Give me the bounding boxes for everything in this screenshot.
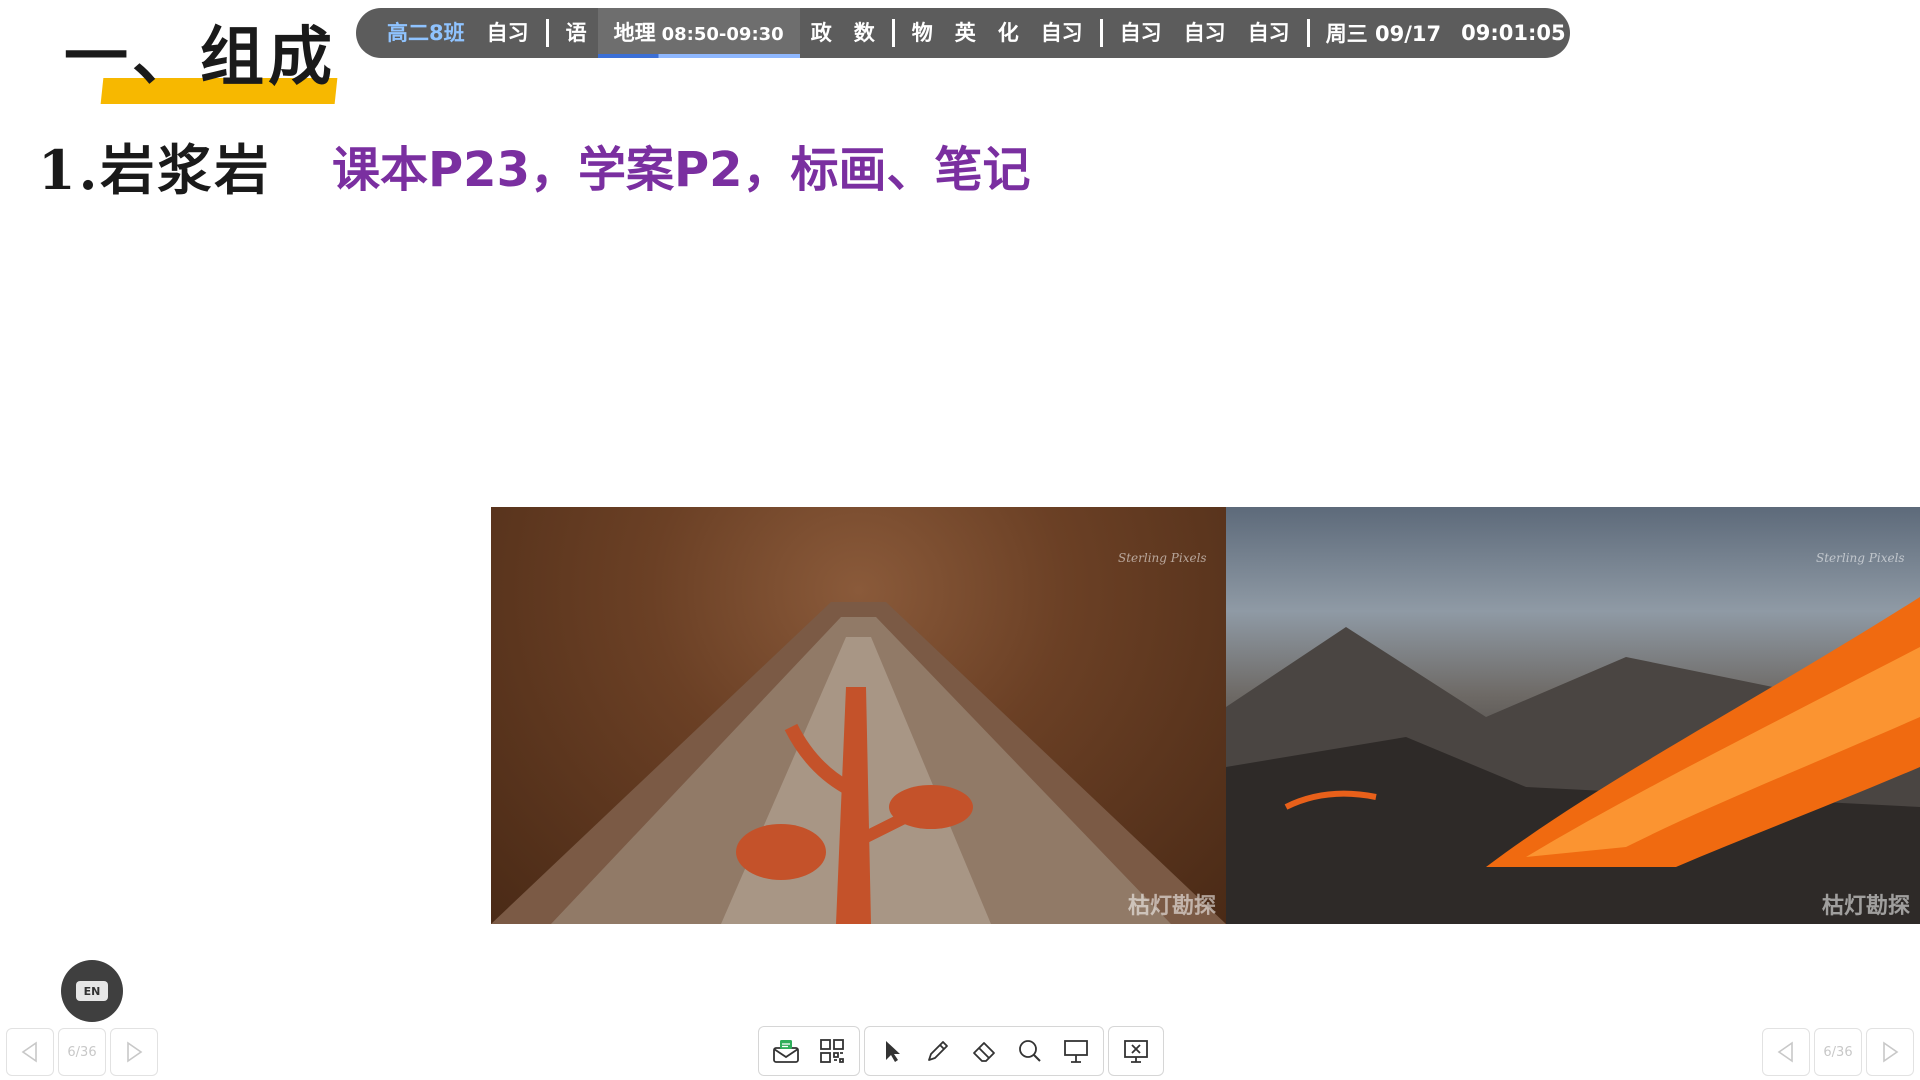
schedule-item: 自习 <box>1119 21 1162 45</box>
slide-title-block: 一、组成 <box>64 4 364 104</box>
triangle-right-icon <box>127 1041 143 1063</box>
toolbar-group-exit <box>1108 1026 1164 1076</box>
prev-page-button[interactable] <box>6 1028 54 1076</box>
zoom-tool-button[interactable] <box>1007 1028 1053 1074</box>
class-name: 高二8班 <box>387 21 465 45</box>
schedule-item: 化 <box>997 21 1019 45</box>
page-nav-right: 6/36 <box>1762 1028 1914 1076</box>
volcano-cross-section-image: Sterling Pixels 枯灯勘探 <box>491 507 1226 924</box>
schedule-item: 自习 <box>1183 21 1226 45</box>
eraser-tool-button[interactable] <box>961 1028 1007 1074</box>
schedule-item: 自习 <box>486 21 529 45</box>
schedule-item: 自习 <box>1247 21 1290 45</box>
schedule-divider <box>1099 19 1103 47</box>
language-switch-button[interactable]: EN <box>61 960 123 1022</box>
qr-code-icon <box>820 1039 844 1063</box>
envelope-icon <box>773 1040 799 1063</box>
triangle-right-icon <box>1883 1041 1899 1063</box>
current-subject: 地理 <box>613 21 656 45</box>
magnifier-icon <box>1019 1040 1041 1062</box>
triangle-left-icon <box>1777 1041 1793 1063</box>
envelope-button[interactable] <box>763 1028 809 1074</box>
image-watermark: Sterling Pixels <box>1118 551 1207 565</box>
eraser-icon <box>973 1042 995 1062</box>
section-heading: 1.岩浆岩 <box>38 138 272 202</box>
lava-illustration <box>1226 597 1920 924</box>
image-watermark: Sterling Pixels <box>1816 551 1905 565</box>
pen-tool-button[interactable] <box>915 1028 961 1074</box>
cursor-icon <box>886 1041 900 1062</box>
whiteboard-button[interactable] <box>1053 1028 1099 1074</box>
schedule-clock: 09:01:05 <box>1461 21 1566 45</box>
select-tool-button[interactable] <box>869 1028 915 1074</box>
toolbar-group-annotate <box>864 1026 1104 1076</box>
schedule-date: 周三 09/17 <box>1325 22 1442 46</box>
presentation-toolbar <box>758 1026 1164 1076</box>
presentation-icon <box>1064 1040 1088 1063</box>
qr-code-button[interactable] <box>809 1028 855 1074</box>
schedule-divider <box>545 19 549 47</box>
schedule-item: 自习 <box>1040 21 1083 45</box>
schedule-item: 语 <box>565 21 587 45</box>
lava-flow-image: Sterling Pixels 枯灯勘探 <box>1226 507 1920 924</box>
page-nav-left: 6/36 <box>6 1028 158 1076</box>
triangle-left-icon <box>21 1041 37 1063</box>
next-page-button[interactable] <box>110 1028 158 1076</box>
schedule-divider <box>1306 19 1310 47</box>
prev-page-button[interactable] <box>1762 1028 1810 1076</box>
pen-icon <box>928 1041 948 1061</box>
page-indicator[interactable]: 6/36 <box>1814 1028 1862 1076</box>
schedule-divider <box>891 19 895 47</box>
current-period-time: 08:50-09:30 <box>661 24 784 45</box>
image-watermark-bottom: 枯灯勘探 <box>1127 894 1216 919</box>
schedule-item: 英 <box>954 21 976 45</box>
schedule-item: 政 <box>810 21 832 45</box>
page-indicator[interactable]: 6/36 <box>58 1028 106 1076</box>
class-schedule-bar: 高二8班 自习 语 地理 08:50-09:30 政 数 物 英 化 自习 自习 … <box>356 8 1570 58</box>
close-slideshow-icon <box>1124 1040 1148 1063</box>
volcano-illustration <box>491 602 1226 924</box>
end-slideshow-button[interactable] <box>1113 1028 1159 1074</box>
schedule-item-current: 地理 08:50-09:30 <box>597 8 800 58</box>
image-watermark-bottom: 枯灯勘探 <box>1821 894 1910 919</box>
schedule-item: 物 <box>911 21 933 45</box>
study-note: 课本P23，学案P2，标画、笔记 <box>332 142 1031 198</box>
schedule-item: 数 <box>853 21 875 45</box>
toolbar-group-share <box>758 1026 860 1076</box>
next-page-button[interactable] <box>1866 1028 1914 1076</box>
slide-title: 一、组成 <box>64 20 336 95</box>
language-label: EN <box>76 981 108 1001</box>
